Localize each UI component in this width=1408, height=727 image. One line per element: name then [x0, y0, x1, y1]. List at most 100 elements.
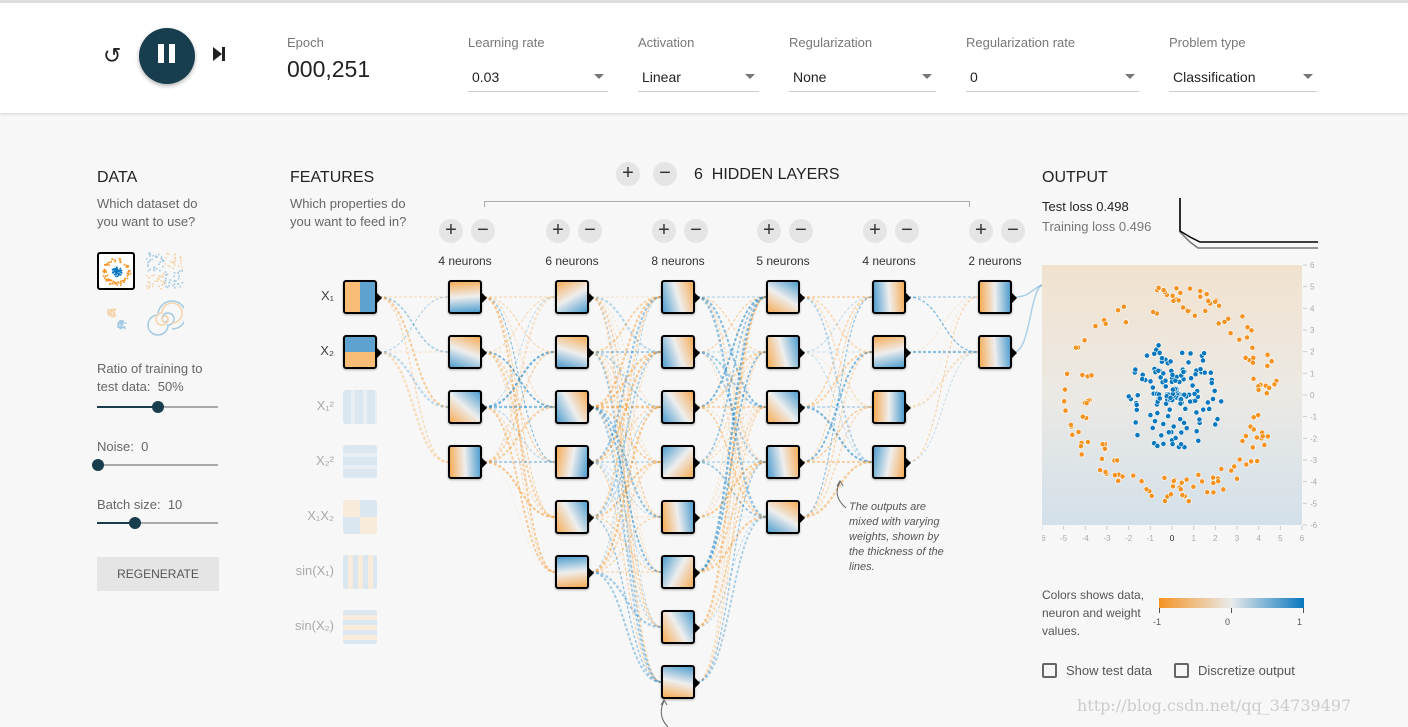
neuron[interactable] — [555, 390, 594, 424]
data-point-blue — [1211, 388, 1218, 394]
neuron[interactable] — [766, 445, 805, 479]
add-neuron-button[interactable]: + — [546, 219, 570, 243]
add-neuron-button[interactable]: + — [439, 219, 463, 243]
weight-link[interactable] — [590, 350, 662, 409]
neuron[interactable] — [661, 555, 700, 589]
weight-link[interactable] — [907, 350, 979, 409]
feature-node[interactable] — [343, 500, 377, 534]
data-point-blue — [1187, 398, 1194, 405]
weight-link[interactable] — [590, 516, 662, 573]
data-point-orange — [1215, 320, 1222, 327]
remove-neuron-button[interactable]: − — [578, 219, 602, 243]
data-point-blue — [1156, 395, 1163, 402]
add-neuron-button[interactable]: + — [969, 219, 993, 243]
neuron-count: 5 neurons — [756, 254, 810, 268]
data-point-orange — [1220, 486, 1227, 493]
feature-node[interactable] — [343, 280, 382, 314]
add-neuron-button[interactable]: + — [863, 219, 887, 243]
weight-link[interactable] — [483, 461, 556, 573]
show-test-data-label[interactable]: Show test data — [1066, 663, 1152, 678]
neuron[interactable] — [978, 280, 1017, 314]
show-test-data-checkbox[interactable] — [1042, 663, 1057, 678]
y-tick: -2 — [1310, 434, 1318, 443]
neuron[interactable] — [872, 390, 911, 424]
weight-link[interactable] — [590, 570, 662, 684]
neuron[interactable] — [448, 445, 487, 479]
discretize-output-label[interactable]: Discretize output — [1198, 663, 1295, 678]
remove-neuron-button[interactable]: − — [471, 219, 495, 243]
neuron[interactable] — [872, 445, 911, 479]
feature-node[interactable] — [343, 390, 377, 424]
feature-node[interactable] — [343, 335, 382, 369]
neuron[interactable] — [661, 445, 700, 479]
weight-link[interactable] — [696, 295, 767, 574]
weight-link[interactable] — [907, 296, 979, 353]
neuron[interactable] — [448, 390, 487, 424]
data-point-orange — [1130, 472, 1137, 479]
neuron[interactable] — [978, 335, 1017, 369]
neuron[interactable] — [766, 280, 805, 314]
neuron[interactable] — [766, 500, 805, 534]
y-tick: 5 — [1310, 283, 1315, 292]
weight-link[interactable] — [590, 460, 662, 519]
weight-link[interactable] — [696, 461, 767, 683]
neuron[interactable] — [555, 445, 594, 479]
weight-link[interactable] — [483, 350, 556, 409]
neuron[interactable] — [766, 390, 805, 424]
remove-neuron-button[interactable]: − — [789, 219, 813, 243]
data-point-orange — [1250, 375, 1257, 382]
weight-link[interactable] — [696, 350, 767, 409]
data-point-orange — [1078, 443, 1084, 450]
neuron[interactable] — [661, 335, 700, 369]
weight-link[interactable] — [801, 350, 873, 409]
data-point-orange — [1062, 386, 1068, 393]
data-point-orange — [1184, 308, 1191, 314]
neuron[interactable] — [448, 280, 487, 314]
data-point-blue — [1207, 369, 1214, 376]
weight-link[interactable] — [378, 350, 449, 464]
neuron[interactable] — [555, 280, 594, 314]
remove-neuron-button[interactable]: − — [684, 219, 708, 243]
add-neuron-button[interactable]: + — [757, 219, 781, 243]
weight-link[interactable] — [483, 405, 556, 464]
neuron[interactable] — [661, 390, 700, 424]
neuron[interactable] — [661, 610, 700, 644]
weight-link[interactable] — [696, 351, 767, 628]
weight-link[interactable] — [378, 296, 449, 353]
neuron[interactable] — [555, 335, 594, 369]
weight-link[interactable] — [590, 296, 662, 353]
neuron[interactable] — [555, 555, 594, 589]
training-loss: Training loss 0.496 — [1042, 219, 1152, 234]
neuron[interactable] — [766, 335, 805, 369]
weight-link[interactable] — [696, 406, 767, 683]
weight-link[interactable] — [378, 350, 449, 409]
weight-link[interactable] — [590, 296, 662, 573]
feature-node[interactable] — [343, 555, 377, 589]
neuron[interactable] — [555, 500, 594, 534]
remove-neuron-button[interactable]: − — [895, 219, 919, 243]
neuron[interactable] — [872, 335, 911, 369]
feature-label: X₁X₂ — [307, 508, 334, 523]
neuron[interactable] — [448, 335, 487, 369]
add-neuron-button[interactable]: + — [652, 219, 676, 243]
neuron[interactable] — [661, 500, 700, 534]
data-point-blue — [1172, 377, 1179, 384]
weight-link[interactable] — [801, 296, 873, 353]
neuron[interactable] — [661, 280, 700, 314]
data-point-orange — [1073, 344, 1079, 351]
weight-link[interactable] — [483, 296, 556, 353]
weight-link[interactable] — [801, 406, 873, 463]
node-output-arrow — [482, 403, 487, 413]
feature-node[interactable] — [343, 610, 377, 644]
weight-link[interactable] — [907, 351, 979, 463]
feature-node[interactable] — [343, 445, 377, 479]
remove-neuron-button[interactable]: − — [1001, 219, 1025, 243]
data-point-orange — [1236, 456, 1243, 463]
neuron[interactable] — [872, 280, 911, 314]
weight-link[interactable] — [696, 516, 767, 628]
weight-link[interactable] — [483, 460, 556, 519]
data-point-orange — [1170, 297, 1177, 304]
output-title: OUTPUT — [1042, 169, 1108, 186]
neuron[interactable] — [661, 665, 700, 699]
discretize-output-checkbox[interactable] — [1174, 663, 1189, 678]
